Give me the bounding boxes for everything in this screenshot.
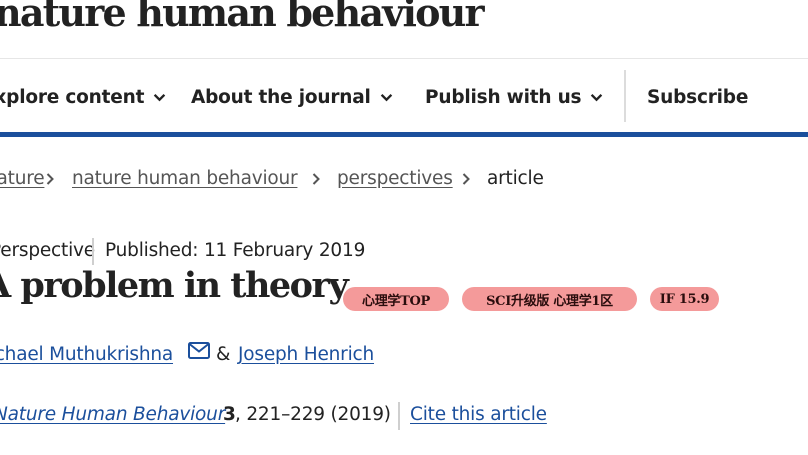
breadcrumb-item-perspectives[interactable]: perspectives <box>337 168 453 189</box>
nav-publish-with-us-label: Publish with us <box>425 86 582 108</box>
meta-divider <box>92 238 94 265</box>
nav-explore-content-label: Explore content <box>0 86 145 108</box>
article-title: A problem in theory <box>0 265 349 306</box>
chevron-down-icon <box>154 93 166 101</box>
chevron-down-icon <box>380 93 392 101</box>
chevron-down-icon <box>591 93 603 101</box>
main-nav: Explore content About the journal Publis… <box>0 70 808 124</box>
pages-year: , 221–229 (2019) <box>235 404 391 425</box>
article-type: Perspective <box>0 240 95 261</box>
author-separator: & <box>216 344 231 365</box>
breadcrumb-item-nature[interactable]: nature <box>0 168 45 189</box>
subscribe-link[interactable]: Subscribe <box>647 70 748 124</box>
citation-divider <box>398 402 400 430</box>
nav-about-journal[interactable]: About the journal <box>191 70 393 124</box>
chevron-right-icon <box>312 173 320 185</box>
masthead-divider <box>0 58 808 59</box>
journal-masthead[interactable]: nature human behaviour <box>0 0 485 32</box>
journal-link[interactable]: Nature Human Behaviour <box>0 404 225 425</box>
cite-article-link[interactable]: Cite this article <box>410 404 547 425</box>
citation-line: Nature Human Behaviour 3 , 221–229 (2019… <box>0 402 808 432</box>
tag-badge-top: 心理学TOP <box>343 287 449 311</box>
subscribe-label: Subscribe <box>647 86 749 108</box>
author-link-henrich[interactable]: Joseph Henrich <box>238 344 374 365</box>
author-list: Michael Muthukrishna & Joseph Henrich <box>0 342 808 372</box>
chevron-right-icon <box>462 173 470 185</box>
article-meta: Perspective Published: 11 February 2019 <box>0 238 808 268</box>
mail-icon[interactable] <box>188 342 210 359</box>
nav-accent-bar <box>0 132 808 137</box>
nav-publish-with-us[interactable]: Publish with us <box>425 70 603 124</box>
tag-badge-sci: SCI升级版 心理学1区 <box>462 287 637 311</box>
page: nature human behaviour Explore content A… <box>0 0 808 455</box>
published-date: Published: 11 February 2019 <box>105 240 366 261</box>
tag-badge-if: IF 15.9 <box>650 287 719 311</box>
breadcrumb-item-journal[interactable]: nature human behaviour <box>72 168 298 189</box>
breadcrumb: nature nature human behaviour perspectiv… <box>0 166 808 194</box>
nav-about-journal-label: About the journal <box>191 86 371 108</box>
nav-divider <box>624 70 626 122</box>
nav-explore-content[interactable]: Explore content <box>0 70 166 124</box>
volume-number: 3 <box>223 404 236 425</box>
breadcrumb-current: article <box>487 168 544 189</box>
chevron-right-icon <box>46 173 54 185</box>
author-link-muthukrishna[interactable]: Michael Muthukrishna <box>0 344 173 365</box>
